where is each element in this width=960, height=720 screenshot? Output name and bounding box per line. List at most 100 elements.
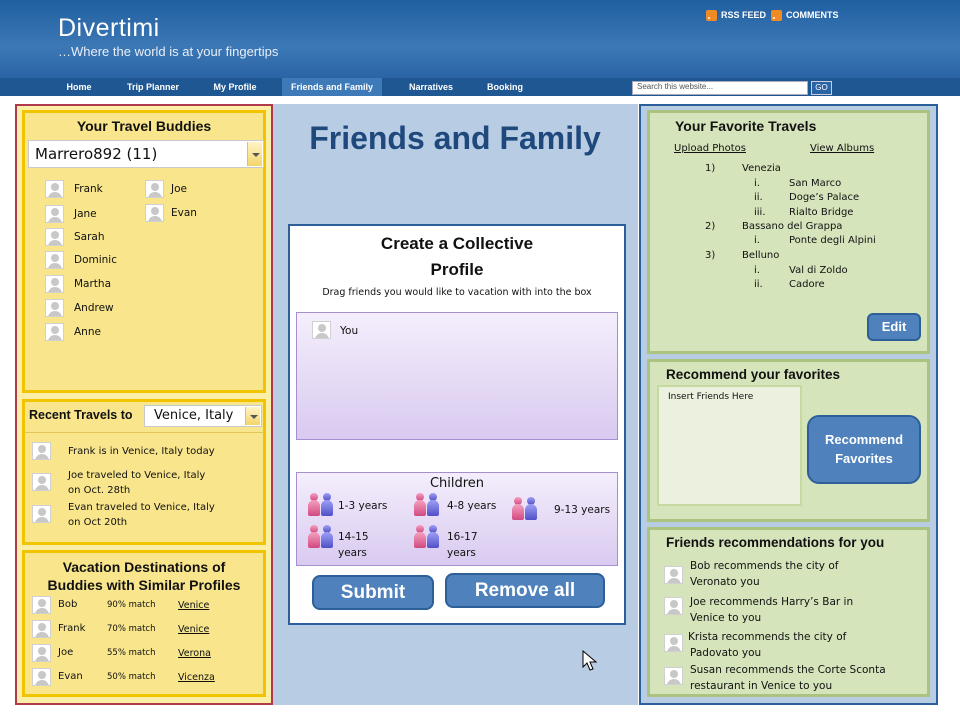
recommend-title: Recommend your favorites [666,367,841,382]
avatar [32,668,51,686]
collective-profile-panel: Create a Collective Profile Drag friends… [288,224,626,625]
nav-my-profile[interactable]: My Profile [202,78,268,96]
recommendation-line: Joe recommends Harry’s Bar in [690,596,854,608]
recent-travel-line: on Oct. 28th [68,485,131,496]
child-icon [414,525,426,549]
chevron-down-icon[interactable] [247,142,262,166]
match-name: Evan [58,671,83,682]
rss-feed-link[interactable]: RSS FEED [706,8,766,22]
recommend-panel: Recommend your favorites Insert Friends … [647,359,930,522]
favorite-sight: Doge’s Palace [789,192,860,203]
match-percent: 90% match [107,600,156,610]
collective-instructions: Drag friends you would like to vacation … [322,287,592,298]
upload-photos-link[interactable]: Upload Photos [674,143,746,154]
nav-narratives[interactable]: Narratives [398,78,464,96]
avatar [32,620,51,638]
similar-profiles-panel: Vacation Destinations of Buddies with Si… [22,550,266,697]
nav-home[interactable]: Home [52,78,106,96]
match-city-link[interactable]: Venice [178,624,209,635]
nav-trip-planner[interactable]: Trip Planner [118,78,188,96]
recent-travel-line: Joe traveled to Venice, Italy [68,470,206,481]
match-percent: 50% match [107,672,156,682]
avatar [664,566,683,584]
avatar [32,505,51,523]
nav-friends-and-family[interactable]: Friends and Family [282,78,382,96]
favorite-sight: Ponte degli Alpini [789,235,876,246]
avatar [45,275,64,293]
avatar [32,644,51,662]
search-input[interactable]: Search this website... [632,81,808,95]
collective-drop-zone[interactable]: You [296,312,618,440]
avatar [664,634,683,652]
match-city-link[interactable]: Vicenza [178,672,215,683]
buddy-name[interactable]: Frank [74,183,103,195]
buddy-name[interactable]: Anne [74,326,101,338]
favorite-sight: Rialto Bridge [789,207,854,218]
recommendation-line: Venice to you [690,612,762,624]
avatar [32,596,51,614]
recommendation-line: Bob recommends the city of [690,560,839,572]
recent-travels-label: Recent Travels to [29,408,133,422]
remove-all-button[interactable]: Remove all [445,573,605,608]
child-icon [308,525,320,549]
favorite-place: Belluno [742,250,780,261]
buddy-name[interactable]: Jane [74,208,97,220]
avatar [32,442,51,460]
avatar [45,323,64,341]
avatar [664,667,683,685]
recent-travel-line: Frank is in Venice, Italy today [68,446,215,457]
favorite-place: Venezia [742,163,781,174]
match-city-link[interactable]: Verona [178,648,211,659]
favorite-sight: San Marco [789,178,842,189]
recommend-favorites-button[interactable]: Recommend Favorites [807,415,921,484]
child-icon [308,493,320,517]
divider [25,432,263,433]
recent-travel-line: on Oct 20th [68,517,128,528]
buddy-name[interactable]: Andrew [74,302,114,314]
recommendation-line: Veronato you [690,576,760,588]
edit-button[interactable]: Edit [867,313,921,341]
avatar [312,321,331,339]
nav-booking[interactable]: Booking [478,78,532,96]
match-name: Frank [58,623,86,634]
rss-icon [706,9,717,21]
recommendation-line: Krista recommends the city of [688,631,847,643]
favorite-travels-title: Your Favorite Travels [675,118,817,134]
avatar [45,180,64,198]
tagline: …Where the world is at your fingertips [58,44,279,59]
buddy-name[interactable]: Dominic [74,254,117,266]
buddy-name[interactable]: Joe [171,183,187,195]
brand-logo[interactable]: Divertimi [58,14,160,43]
avatar [32,473,51,491]
avatar [45,299,64,317]
child-icon [512,497,524,521]
buddy-name[interactable]: Sarah [74,231,105,243]
destination-select[interactable]: Venice, Italy [144,405,262,427]
insert-friends-field[interactable]: Insert Friends Here [657,385,802,506]
match-city-link[interactable]: Venice [178,600,209,611]
buddy-select[interactable]: Marrero892 (11) [28,140,264,168]
view-albums-link[interactable]: View Albums [810,143,874,154]
child-icon [525,497,537,521]
avatar [45,228,64,246]
avatar [145,180,164,198]
chevron-down-icon[interactable] [245,407,260,425]
child-icon [321,525,333,549]
avatar [145,204,164,222]
collective-member[interactable]: You [340,325,358,337]
collective-title: Create a Collective [380,234,534,253]
friends-recs-title: Friends recommendations for you [666,535,885,550]
match-percent: 55% match [107,648,156,658]
avatar [45,205,64,223]
children-panel: Children 1-3 years 4-8 years 9-13 years … [296,472,618,566]
buddy-name[interactable]: Martha [74,278,111,290]
children-title: Children [429,476,485,491]
recommendation-line: Susan recommends the Corte Sconta [690,664,886,676]
submit-button[interactable]: Submit [312,575,434,610]
similar-profiles-subtitle: Buddies with Similar Profiles [47,577,241,593]
recent-travel-line: Evan traveled to Venice, Italy [68,502,215,513]
comments-feed-link[interactable]: COMMENTS [771,8,839,22]
search-go-button[interactable]: GO [811,81,832,95]
buddy-name[interactable]: Evan [171,207,197,219]
avatar [45,251,64,269]
